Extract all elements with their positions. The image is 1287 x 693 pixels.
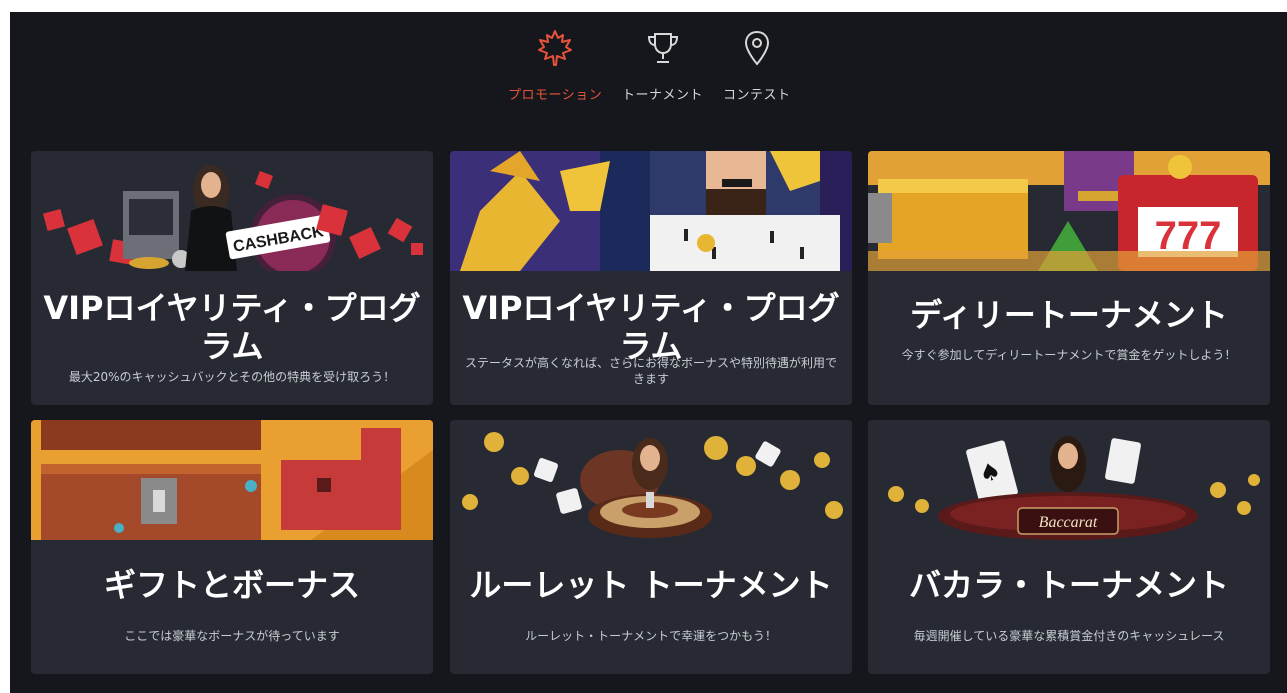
promotions-page: プロモーション トーナメント コンテスト CASHBACK VIPロイヤリティ・… <box>10 12 1287 693</box>
promo-card-daily-tournament[interactable]: 777 ディリートーナメント 今すぐ参加してディリートーナメントで賞金をゲットし… <box>868 151 1270 405</box>
promo-card-baccarat-tournament[interactable]: ♠ Baccarat バカラ・トーナメント 毎週開催している豪華な累積賞金付きの… <box>868 420 1270 674</box>
card-description: ここでは豪華なボーナスが待っています <box>124 629 340 643</box>
baccarat-banner-image: ♠ Baccarat <box>868 420 1270 540</box>
card-title: ルーレット トーナメント <box>469 566 833 604</box>
promo-card-gifts-bonuses[interactable]: ギフトとボーナス ここでは豪華なボーナスが待っています <box>31 420 433 674</box>
card-description: 最大20%のキャッシュバックとその他の特典を受け取ろう！ <box>68 370 396 384</box>
vip-king-banner-image <box>450 151 852 271</box>
treasure-chest-banner-image <box>31 420 433 540</box>
baccarat-badge: Baccarat <box>1039 514 1098 531</box>
card-title: ギフトとボーナス <box>103 566 360 604</box>
card-title: ディリートーナメント <box>910 296 1228 334</box>
roulette-banner-image <box>450 420 852 540</box>
cashback-banner-image: CASHBACK <box>31 151 433 271</box>
promo-card-roulette-tournament[interactable]: ルーレット トーナメント ルーレット・トーナメントで幸運をつかもう！ <box>450 420 852 674</box>
card-description: ステータスが高くなれば、さらにお得なボーナスや特別待遇が利用できます <box>464 356 837 386</box>
card-title: バカラ・トーナメント <box>908 566 1229 604</box>
card-description: 毎週開催している豪華な累積賞金付きのキャッシュレース <box>913 629 1225 643</box>
slot-machine-banner-image: 777 <box>868 151 1270 271</box>
promo-card-vip-status[interactable]: VIPロイヤリティ・プログラム ステータスが高くなれば、さらにお得なボーナスや特… <box>450 151 852 405</box>
card-description: ルーレット・トーナメントで幸運をつかもう！ <box>525 629 777 643</box>
promo-grid: CASHBACK VIPロイヤリティ・プログラム 最大20%のキャッシュバックと… <box>10 12 1287 693</box>
promo-card-vip-cashback[interactable]: CASHBACK VIPロイヤリティ・プログラム 最大20%のキャッシュバックと… <box>31 151 433 405</box>
card-title: VIPロイヤリティ・プログラム <box>43 289 421 365</box>
card-title: VIPロイヤリティ・プログラム <box>462 289 840 365</box>
card-description: 今すぐ参加してディリートーナメントで賞金をゲットしよう！ <box>901 348 1237 362</box>
